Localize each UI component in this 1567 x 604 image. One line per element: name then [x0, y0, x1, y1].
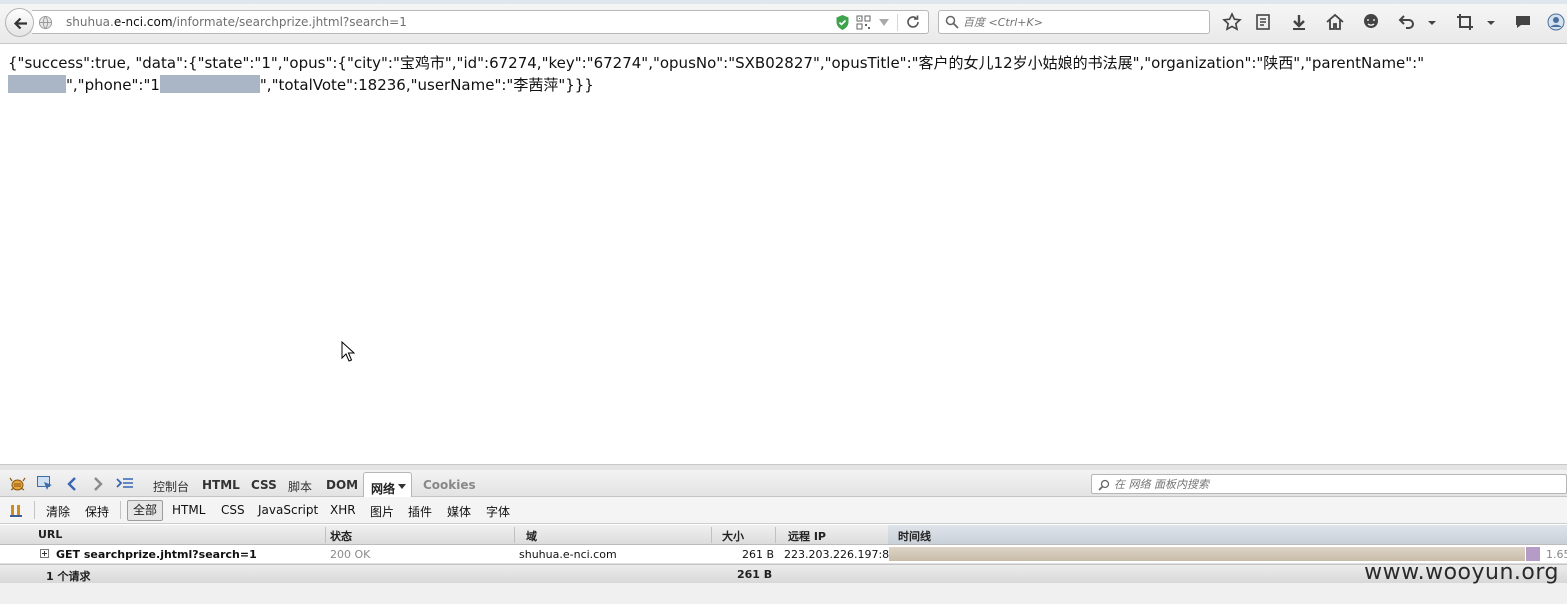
- filter-images-button[interactable]: 图片: [370, 503, 394, 520]
- persist-button[interactable]: 保持: [85, 503, 109, 520]
- json-text-part-3: ","totalVote":18236,"userName":"李茜萍"}}}: [259, 76, 594, 94]
- watermark-text: www.wooyun.org: [1364, 560, 1559, 585]
- filter-js-button[interactable]: JavaScript: [258, 503, 318, 517]
- toolbar-separator: [34, 501, 35, 519]
- command-line-icon[interactable]: [116, 475, 134, 493]
- json-text-part-1: {"success":true, "data":{"state":"1","op…: [8, 54, 1425, 72]
- qrcode-icon[interactable]: [856, 15, 871, 30]
- filter-all-button[interactable]: 全部: [127, 500, 163, 521]
- url-text[interactable]: shuhua.e-nci.com/informate/searchprize.j…: [66, 15, 407, 29]
- chevron-down-icon[interactable]: [398, 484, 406, 489]
- json-text-part-2: ","phone":"1: [66, 76, 160, 94]
- reload-icon[interactable]: [905, 14, 921, 30]
- net-search-input[interactable]: [1114, 477, 1554, 492]
- column-separator[interactable]: [775, 527, 776, 543]
- pause-icon[interactable]: [9, 503, 23, 518]
- chat-icon[interactable]: [1361, 12, 1381, 32]
- clear-button[interactable]: 清除: [46, 503, 70, 520]
- inspect-element-icon[interactable]: [36, 475, 54, 493]
- url-dropdown-icon[interactable]: [879, 19, 889, 26]
- request-size: 261 B: [742, 548, 775, 561]
- net-summary-row: 1 个请求 261 B: [0, 564, 1567, 583]
- tab-console[interactable]: 控制台: [153, 478, 189, 495]
- user-icon[interactable]: [1546, 12, 1566, 32]
- crop-icon[interactable]: [1455, 12, 1475, 32]
- net-panel-search[interactable]: [1091, 474, 1567, 494]
- back-arrow-icon: [13, 17, 27, 30]
- nav-back-icon[interactable]: [65, 475, 79, 493]
- table-row[interactable]: GET searchprize.jhtml?search=1 200 OK sh…: [0, 545, 1567, 564]
- search-input[interactable]: [963, 13, 1203, 31]
- tab-cookies[interactable]: Cookies: [423, 478, 476, 492]
- column-separator[interactable]: [514, 527, 515, 543]
- home-icon[interactable]: [1325, 12, 1345, 32]
- redacted-parent-name: [8, 75, 66, 93]
- filter-css-button[interactable]: CSS: [221, 503, 245, 517]
- net-toolbar: 清除 保持 全部 HTML CSS JavaScript XHR 图片 插件 媒…: [0, 497, 1567, 524]
- tab-script[interactable]: 脚本: [288, 478, 312, 495]
- column-size[interactable]: 大小: [722, 528, 744, 544]
- column-remote-ip[interactable]: 远程 IP: [788, 528, 826, 544]
- request-status: 200 OK: [330, 548, 371, 561]
- crop-dropdown-icon[interactable]: [1484, 12, 1498, 32]
- request-url[interactable]: GET searchprize.jhtml?search=1: [56, 548, 257, 561]
- request-count: 1 个请求: [46, 570, 91, 583]
- url-separator: [897, 14, 898, 31]
- net-table-header: URL 状态 域 大小 远程 IP 时间线: [0, 525, 1567, 545]
- search-icon: [945, 15, 959, 29]
- column-domain[interactable]: 域: [526, 528, 537, 544]
- nav-forward-icon[interactable]: [91, 475, 105, 493]
- filter-xhr-button[interactable]: XHR: [330, 503, 356, 517]
- toolbar-separator: [120, 501, 121, 519]
- column-separator[interactable]: [325, 527, 326, 543]
- request-timeline-end: [1526, 547, 1540, 561]
- tab-net[interactable]: 网络: [363, 472, 412, 498]
- navigation-toolbar: shuhua.e-nci.com/informate/searchprize.j…: [0, 0, 1567, 44]
- filter-fonts-button[interactable]: 字体: [486, 503, 510, 520]
- tab-css[interactable]: CSS: [251, 478, 277, 492]
- back-button[interactable]: [5, 8, 34, 37]
- url-host: e-nci.com: [113, 15, 173, 29]
- undo-icon[interactable]: [1397, 12, 1417, 32]
- column-url[interactable]: URL: [38, 528, 62, 541]
- panel-bottom: [0, 583, 1567, 604]
- undo-dropdown-icon[interactable]: [1425, 12, 1439, 32]
- firebug-icon[interactable]: [9, 475, 26, 492]
- request-remote-ip: 223.203.226.197:80: [784, 548, 897, 561]
- column-timeline[interactable]: 时间线: [898, 528, 931, 544]
- download-icon[interactable]: [1289, 12, 1309, 32]
- tab-strip-edge: [0, 0, 1567, 4]
- filter-html-button[interactable]: HTML: [172, 503, 205, 517]
- tab-html[interactable]: HTML: [202, 478, 240, 492]
- url-prefix: shuhua.: [66, 15, 114, 29]
- reading-list-icon[interactable]: [1253, 12, 1273, 32]
- security-shield-icon[interactable]: [835, 14, 850, 31]
- json-response-body: {"success":true, "data":{"state":"1","op…: [8, 52, 1458, 96]
- search-bar[interactable]: [938, 10, 1210, 34]
- expand-toggle-icon[interactable]: [40, 549, 49, 558]
- request-timeline-bar[interactable]: [889, 547, 1525, 561]
- request-domain: shuhua.e-nci.com: [519, 548, 617, 561]
- redacted-phone: [159, 75, 260, 93]
- column-status[interactable]: 状态: [330, 528, 352, 544]
- mouse-cursor-icon: [341, 341, 355, 362]
- tab-net-label: 网络: [371, 482, 396, 496]
- tab-dom[interactable]: DOM: [326, 478, 358, 492]
- url-bar[interactable]: shuhua.e-nci.com/informate/searchprize.j…: [32, 10, 929, 34]
- search-icon: [1098, 479, 1110, 491]
- total-size: 261 B: [737, 568, 773, 581]
- filter-plugins-button[interactable]: 插件: [408, 503, 432, 520]
- globe-icon: [38, 15, 53, 30]
- comment-icon[interactable]: [1513, 12, 1533, 32]
- column-separator[interactable]: [711, 527, 712, 543]
- timeline-header-bg: [888, 525, 1567, 544]
- url-path: /informate/searchprize.jhtml?search=1: [172, 15, 407, 29]
- filter-media-button[interactable]: 媒体: [447, 503, 471, 520]
- bookmark-star-icon[interactable]: [1222, 12, 1242, 32]
